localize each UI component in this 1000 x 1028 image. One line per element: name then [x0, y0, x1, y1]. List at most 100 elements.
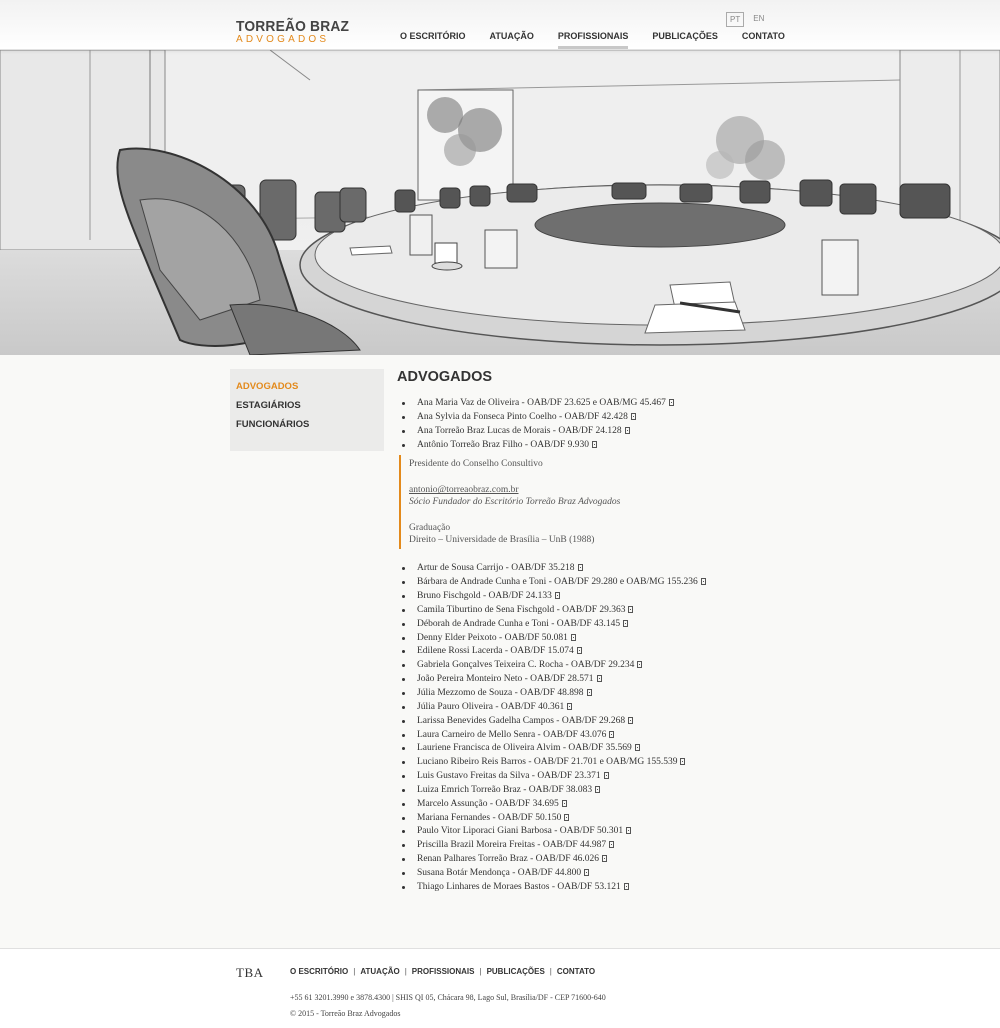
list-item[interactable]: Marcelo Assunção - OAB/DF 34.695 — [400, 798, 817, 812]
lawyer-name[interactable]: Déborah de Andrade Cunha e Toni - OAB/DF… — [417, 619, 620, 629]
list-item[interactable]: Luis Gustavo Freitas da Silva - OAB/DF 2… — [400, 770, 817, 784]
footer-nav-atuacao[interactable]: ATUAÇÃO — [360, 967, 399, 976]
lawyer-name[interactable]: Larissa Benevides Gadelha Campos - OAB/D… — [417, 716, 625, 726]
lawyer-name[interactable]: Edilene Rossi Lacerda - OAB/DF 15.074 — [417, 646, 574, 656]
footer-logo[interactable]: TBA — [236, 965, 264, 981]
lawyer-name[interactable]: Júlia Pauro Oliveira - OAB/DF 40.361 — [417, 702, 564, 712]
lawyer-name[interactable]: Marcelo Assunção - OAB/DF 34.695 — [417, 799, 559, 809]
lawyer-name[interactable]: Ana Maria Vaz de Oliveira - OAB/DF 23.62… — [417, 398, 666, 408]
list-item[interactable]: Lauriene Francisca de Oliveira Alvim - O… — [400, 742, 817, 756]
lawyer-name[interactable]: Luis Gustavo Freitas da Silva - OAB/DF 2… — [417, 771, 601, 781]
document-icon[interactable] — [623, 882, 629, 890]
list-item[interactable]: Artur de Sousa Carrijo - OAB/DF 35.218 — [400, 562, 817, 576]
lawyer-name[interactable]: Denny Elder Peixoto - OAB/DF 50.081 — [417, 633, 568, 643]
list-item[interactable]: Ana Sylvia da Fonseca Pinto Coelho - OAB… — [400, 411, 817, 425]
lawyer-name[interactable]: Paulo Vitor Liporaci Giani Barbosa - OAB… — [417, 826, 623, 836]
nav-escritorio[interactable]: O ESCRITÓRIO — [400, 31, 466, 49]
list-item[interactable]: Júlia Pauro Oliveira - OAB/DF 40.361 — [400, 701, 817, 715]
lawyer-name[interactable]: Artur de Sousa Carrijo - OAB/DF 35.218 — [417, 563, 575, 573]
lawyer-name[interactable]: Laura Carneiro de Mello Senra - OAB/DF 4… — [417, 730, 606, 740]
footer-nav-publicacoes[interactable]: PUBLICAÇÕES — [487, 967, 545, 976]
document-icon[interactable] — [637, 661, 643, 669]
document-icon[interactable] — [624, 426, 630, 434]
lawyer-name[interactable]: Mariana Fernandes - OAB/DF 50.150 — [417, 813, 561, 823]
document-icon[interactable] — [630, 412, 636, 420]
document-icon[interactable] — [623, 619, 629, 627]
document-icon[interactable] — [592, 440, 597, 448]
lawyer-name[interactable]: Antônio Torreão Braz Filho - OAB/DF 9.93… — [417, 440, 589, 450]
list-item[interactable]: Luciano Ribeiro Reis Barros - OAB/DF 21.… — [400, 756, 817, 770]
lawyer-name[interactable]: João Pereira Monteiro Neto - OAB/DF 28.5… — [417, 674, 594, 684]
lawyer-name[interactable]: Renan Palhares Torreão Braz - OAB/DF 46.… — [417, 854, 599, 864]
footer-nav-escritorio[interactable]: O ESCRITÓRIO — [290, 967, 348, 976]
document-icon[interactable] — [603, 772, 609, 780]
document-icon[interactable] — [609, 841, 615, 849]
nav-profissionais[interactable]: PROFISSIONAIS — [557, 31, 629, 49]
lawyer-name[interactable]: Lauriene Francisca de Oliveira Alvim - O… — [417, 743, 632, 753]
list-item[interactable]: Mariana Fernandes - OAB/DF 50.150 — [400, 812, 817, 826]
list-item[interactable]: Antônio Torreão Braz Filho - OAB/DF 9.93… — [400, 439, 817, 453]
document-icon[interactable] — [595, 785, 601, 793]
document-icon[interactable] — [680, 758, 686, 766]
document-icon[interactable] — [586, 688, 592, 696]
list-item[interactable]: Ana Torreão Braz Lucas de Morais - OAB/D… — [400, 425, 817, 439]
site-logo[interactable]: TORREÃO BRAZ ADVOGADOS — [236, 19, 359, 45]
list-item[interactable]: Bárbara de Andrade Cunha e Toni - OAB/DF… — [400, 576, 817, 590]
sidebar-item-estagiarios[interactable]: ESTAGIÁRIOS — [230, 399, 384, 418]
list-item[interactable]: Bruno Fischgold - OAB/DF 24.133 — [400, 590, 817, 604]
lawyer-name[interactable]: Luciano Ribeiro Reis Barros - OAB/DF 21.… — [417, 757, 677, 767]
detail-email-link[interactable]: antonio@torreaobraz.com.br — [409, 485, 519, 495]
document-icon[interactable] — [634, 744, 640, 752]
document-icon[interactable] — [628, 605, 634, 613]
list-item[interactable]: Priscilla Brazil Moreira Freitas - OAB/D… — [400, 839, 817, 853]
document-icon[interactable] — [626, 827, 632, 835]
list-item[interactable]: Júlia Mezzomo de Souza - OAB/DF 48.898 — [400, 687, 817, 701]
list-item[interactable]: Ana Maria Vaz de Oliveira - OAB/DF 23.62… — [400, 397, 817, 411]
list-item[interactable]: Renan Palhares Torreão Braz - OAB/DF 46.… — [400, 853, 817, 867]
sidebar-item-funcionarios[interactable]: FUNCIONÁRIOS — [230, 418, 384, 437]
document-icon[interactable] — [602, 855, 607, 863]
lawyer-name[interactable]: Camila Tiburtino de Sena Fischgold - OAB… — [417, 605, 625, 615]
lawyer-name[interactable]: Luiza Emrich Torreão Braz - OAB/DF 38.08… — [417, 785, 592, 795]
list-item[interactable]: Thiago Linhares de Moraes Bastos - OAB/D… — [400, 881, 817, 895]
sidebar-item-advogados[interactable]: ADVOGADOS — [230, 380, 384, 399]
document-icon[interactable] — [668, 399, 674, 406]
document-icon[interactable] — [628, 716, 634, 724]
document-icon[interactable] — [564, 813, 570, 821]
document-icon[interactable] — [584, 868, 590, 876]
lawyer-name[interactable]: Bruno Fischgold - OAB/DF 24.133 — [417, 591, 552, 601]
list-item[interactable]: Larissa Benevides Gadelha Campos - OAB/D… — [400, 715, 817, 729]
lawyer-name[interactable]: Gabriela Gonçalves Teixeira C. Rocha - O… — [417, 660, 634, 670]
nav-publicacoes[interactable]: PUBLICAÇÕES — [652, 31, 718, 49]
list-item[interactable]: Susana Botár Mendonça - OAB/DF 44.800 — [400, 867, 817, 881]
document-icon[interactable] — [561, 799, 567, 807]
list-item[interactable]: Laura Carneiro de Mello Senra - OAB/DF 4… — [400, 729, 817, 743]
list-item[interactable]: Déborah de Andrade Cunha e Toni - OAB/DF… — [400, 618, 817, 632]
lawyer-name[interactable]: Priscilla Brazil Moreira Freitas - OAB/D… — [417, 840, 606, 850]
lawyer-name[interactable]: Júlia Mezzomo de Souza - OAB/DF 48.898 — [417, 688, 584, 698]
nav-contato[interactable]: CONTATO — [742, 31, 785, 49]
document-icon[interactable] — [700, 578, 706, 586]
lawyer-name[interactable]: Thiago Linhares de Moraes Bastos - OAB/D… — [417, 882, 621, 892]
lang-pt[interactable]: PT — [726, 12, 745, 27]
document-icon[interactable] — [576, 647, 582, 655]
lawyer-name[interactable]: Bárbara de Andrade Cunha e Toni - OAB/DF… — [417, 577, 698, 587]
list-item[interactable]: Luiza Emrich Torreão Braz - OAB/DF 38.08… — [400, 784, 817, 798]
list-item[interactable]: Camila Tiburtino de Sena Fischgold - OAB… — [400, 604, 817, 618]
document-icon[interactable] — [570, 633, 576, 641]
list-item[interactable]: João Pereira Monteiro Neto - OAB/DF 28.5… — [400, 673, 817, 687]
lawyer-name[interactable]: Ana Torreão Braz Lucas de Morais - OAB/D… — [417, 426, 622, 436]
nav-atuacao[interactable]: ATUAÇÃO — [490, 31, 534, 49]
footer-nav-contato[interactable]: CONTATO — [557, 967, 595, 976]
lawyer-name[interactable]: Ana Sylvia da Fonseca Pinto Coelho - OAB… — [417, 412, 628, 422]
document-icon[interactable] — [577, 564, 583, 572]
list-item[interactable]: Gabriela Gonçalves Teixeira C. Rocha - O… — [400, 659, 817, 673]
footer-nav-profissionais[interactable]: PROFISSIONAIS — [412, 967, 475, 976]
document-icon[interactable] — [567, 702, 573, 710]
lang-en[interactable]: EN — [750, 12, 767, 27]
document-icon[interactable] — [554, 592, 560, 600]
list-item[interactable]: Denny Elder Peixoto - OAB/DF 50.081 — [400, 632, 817, 646]
lawyer-name[interactable]: Susana Botár Mendonça - OAB/DF 44.800 — [417, 868, 581, 878]
list-item[interactable]: Paulo Vitor Liporaci Giani Barbosa - OAB… — [400, 825, 817, 839]
document-icon[interactable] — [609, 730, 615, 738]
